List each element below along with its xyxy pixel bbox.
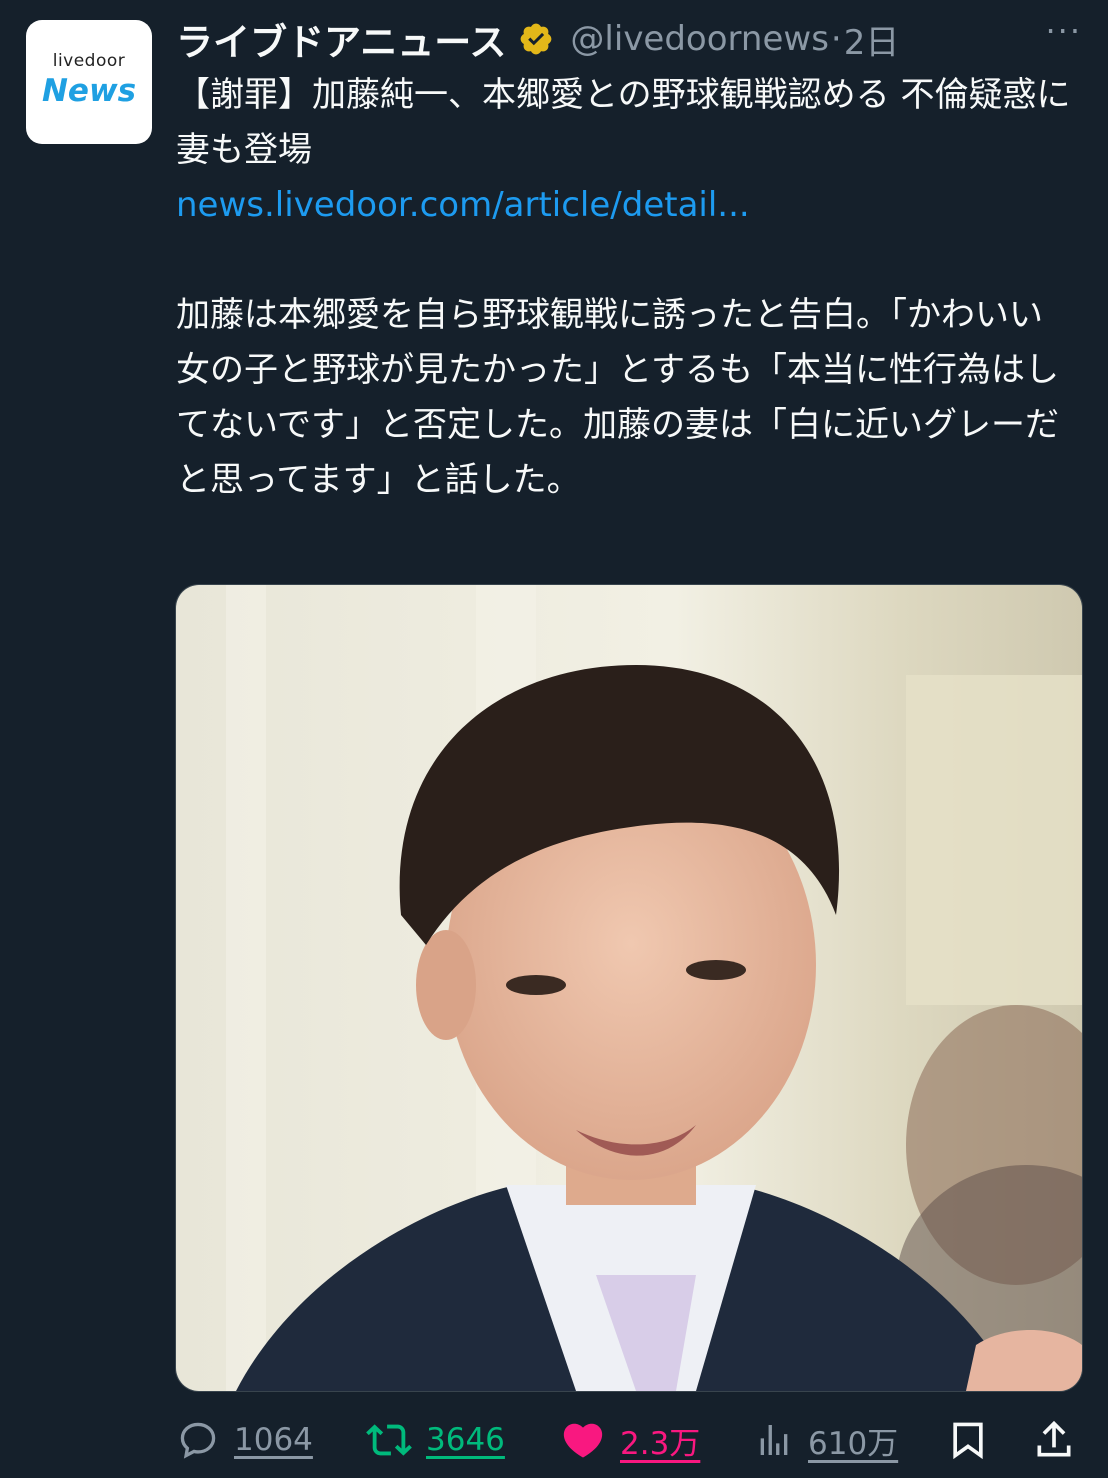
retweet-icon [366,1424,412,1456]
photo-illustration [176,585,1082,1391]
tweet-header: ライブドアニュース @livedoornews · 2日 ··· [176,12,1086,66]
tweet-body: 加藤は本郷愛を自ら野球観戦に誘ったと告白。「かわいい女の子と野球が見たかった」と… [176,295,1059,500]
reply-button[interactable]: 1064 [176,1408,313,1472]
verified-badge-icon[interactable] [518,21,554,57]
avatar-text-news: News [41,73,137,109]
retweet-count: 3646 [426,1422,505,1458]
timestamp[interactable]: 2日 [844,15,900,64]
heart-icon [563,1423,603,1458]
share-icon [1037,1420,1071,1457]
share-button[interactable] [1032,1408,1076,1472]
tweet-actions: 1064 3646 2.3万 610万 [176,1408,1086,1472]
reply-icon [180,1422,216,1459]
views-count: 610万 [808,1425,899,1462]
article-link[interactable]: news.livedoor.com/article/detail... [176,185,750,225]
bookmark-icon [953,1422,983,1460]
like-button[interactable]: 2.3万 [560,1408,700,1472]
avatar-text-livedoor: livedoor [52,51,126,71]
bookmark-button[interactable] [946,1408,990,1472]
more-options-icon[interactable]: ··· [1045,12,1082,50]
like-count: 2.3万 [620,1425,701,1462]
tweet-text: 【謝罪】加藤純一、本郷愛との野球観戦認める 不倫疑惑に妻も登場 news.liv… [176,68,1076,508]
retweet-button[interactable]: 3646 [366,1408,505,1472]
tweet-photo[interactable] [175,584,1083,1392]
views-button[interactable]: 610万 [754,1408,898,1472]
reply-count: 1064 [234,1422,313,1458]
tweet-title: 【謝罪】加藤純一、本郷愛との野球観戦認める 不倫疑惑に妻も登場 [176,75,1071,170]
views-chart-icon [760,1425,788,1455]
dot-separator: · [830,19,842,59]
author-handle[interactable]: @livedoornews [570,19,829,59]
author-name[interactable]: ライブドアニュース [176,12,506,66]
avatar[interactable]: livedoor News [26,20,152,144]
